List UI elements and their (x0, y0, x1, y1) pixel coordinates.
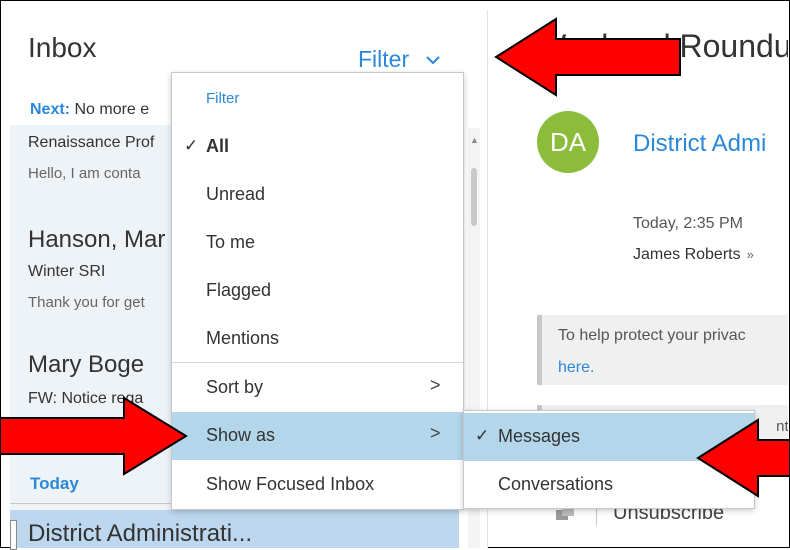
filter-menu: Filter ✓ All Unread To me Flagged Mentio… (171, 72, 464, 510)
submenu-item-label: Conversations (498, 474, 614, 494)
menu-item-label: Unread (206, 184, 266, 204)
privacy-text: To help protect your privac (558, 327, 746, 344)
menu-header: Filter (206, 90, 240, 107)
menu-item-label: Sort by (206, 377, 264, 397)
select-checkbox[interactable] (10, 520, 17, 550)
menu-separator (172, 362, 463, 363)
list-item-sender[interactable]: Hanson, Mar (28, 226, 165, 254)
menu-item-label: Flagged (206, 280, 272, 300)
scrollbar-thumb[interactable] (471, 168, 477, 226)
list-item-sender[interactable]: Mary Boge (28, 351, 144, 379)
sender-name[interactable]: District Admi (633, 130, 766, 158)
list-item-sender[interactable]: Renaissance Prof (28, 134, 154, 152)
chevron-right-icon: > (430, 423, 441, 443)
list-item-preview: Hello, I am conta (28, 165, 141, 182)
submenu-item-label: Messages (498, 426, 581, 446)
selected-list-item[interactable]: District Administrati... (10, 510, 459, 550)
privacy-notice: To help protect your privac here. (537, 315, 788, 385)
menu-item-label: Mentions (206, 328, 280, 348)
menu-item-all[interactable]: ✓ All (172, 123, 463, 171)
sent-time: Today, 2:35 PM (633, 215, 743, 232)
checkmark-icon: ✓ (475, 426, 490, 445)
menu-item-label: Show as (206, 425, 276, 445)
checkmark-icon: ✓ (184, 136, 199, 155)
chevron-right-icon: > (430, 375, 441, 395)
filter-label: Filter (358, 46, 410, 72)
red-arrow-icon (696, 418, 790, 498)
scroll-up-icon[interactable]: ▲ (470, 135, 479, 145)
next-text: No more e (74, 101, 150, 118)
next-label: Next: (30, 101, 71, 118)
expand-recipients-icon[interactable]: » (747, 247, 754, 262)
folder-title: Inbox (28, 32, 97, 63)
group-header-today: Today (30, 474, 79, 493)
menu-item-label: All (206, 136, 230, 156)
privacy-link[interactable]: here. (558, 359, 594, 377)
list-item-subject: Winter SRI (28, 263, 106, 280)
menu-item-label: To me (206, 232, 256, 252)
red-arrow-icon (494, 17, 681, 97)
avatar[interactable]: DA (537, 111, 599, 173)
chevron-down-icon (421, 52, 440, 69)
filter-button[interactable]: Filter (358, 46, 440, 73)
recipient-name: James Roberts (633, 246, 741, 263)
menu-item-sort-by[interactable]: Sort by > (172, 364, 463, 412)
list-item-preview: Thank you for get (28, 294, 145, 311)
menu-item-show-focused-inbox[interactable]: Show Focused Inbox (172, 461, 463, 509)
recipient-line[interactable]: James Roberts » (633, 246, 754, 264)
menu-item-to-me[interactable]: To me (172, 219, 463, 267)
menu-item-show-as[interactable]: Show as > (172, 412, 463, 460)
menu-item-flagged[interactable]: Flagged (172, 267, 463, 315)
menu-item-unread[interactable]: Unread (172, 171, 463, 219)
next-event-line: Next: No more e (30, 101, 149, 119)
red-arrow-icon (0, 396, 188, 476)
menu-item-mentions[interactable]: Mentions (172, 315, 463, 363)
menu-item-label: Show Focused Inbox (206, 474, 375, 494)
selected-item-sender: District Administrati... (28, 520, 253, 547)
